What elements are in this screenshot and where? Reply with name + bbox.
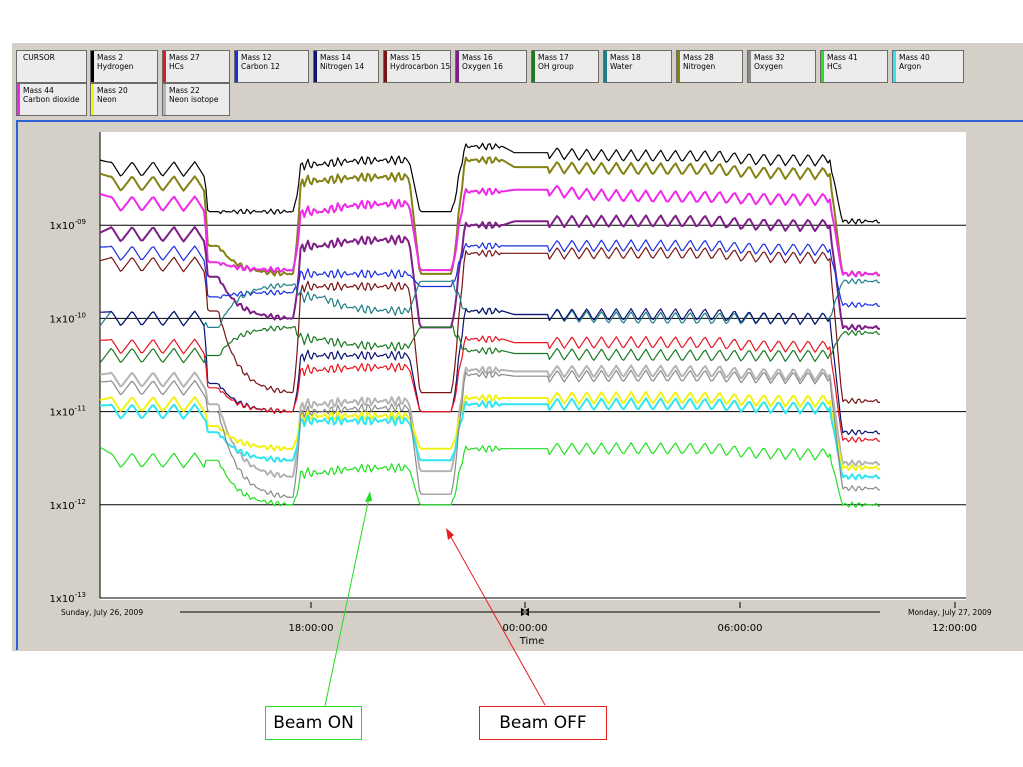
y-tick-label: 1x10-09 bbox=[50, 218, 86, 232]
x-tick-label: 06:00:00 bbox=[718, 623, 763, 634]
beam-on-label: Beam ON bbox=[273, 713, 354, 733]
beam-off-annotation: Beam OFF bbox=[479, 706, 607, 740]
y-tick-label: 1x10-12 bbox=[50, 498, 86, 512]
beam-off-label: Beam OFF bbox=[499, 713, 587, 733]
y-tick-label: 1x10-13 bbox=[50, 591, 86, 605]
y-tick-label: 1x10-10 bbox=[50, 311, 86, 325]
x-tick-label: 00:00:00 bbox=[503, 623, 548, 634]
plot-area bbox=[100, 132, 966, 600]
x-tick-label: 12:00:00 bbox=[932, 623, 977, 634]
x-axis-title: Time bbox=[519, 636, 544, 647]
y-tick-label: 1x10-11 bbox=[50, 405, 86, 419]
x-start-date-label: Sunday, July 26, 2009 bbox=[61, 608, 143, 617]
mass-spectrum-chart: 1x10-09 1x10-10 1x10-11 1x10-12 1x10-13 Sund… bbox=[50, 132, 992, 707]
beam-on-annotation: Beam ON bbox=[265, 706, 362, 740]
x-end-date-label: Monday, July 27, 2009 bbox=[908, 608, 992, 617]
x-tick-label: 18:00:00 bbox=[289, 623, 334, 634]
